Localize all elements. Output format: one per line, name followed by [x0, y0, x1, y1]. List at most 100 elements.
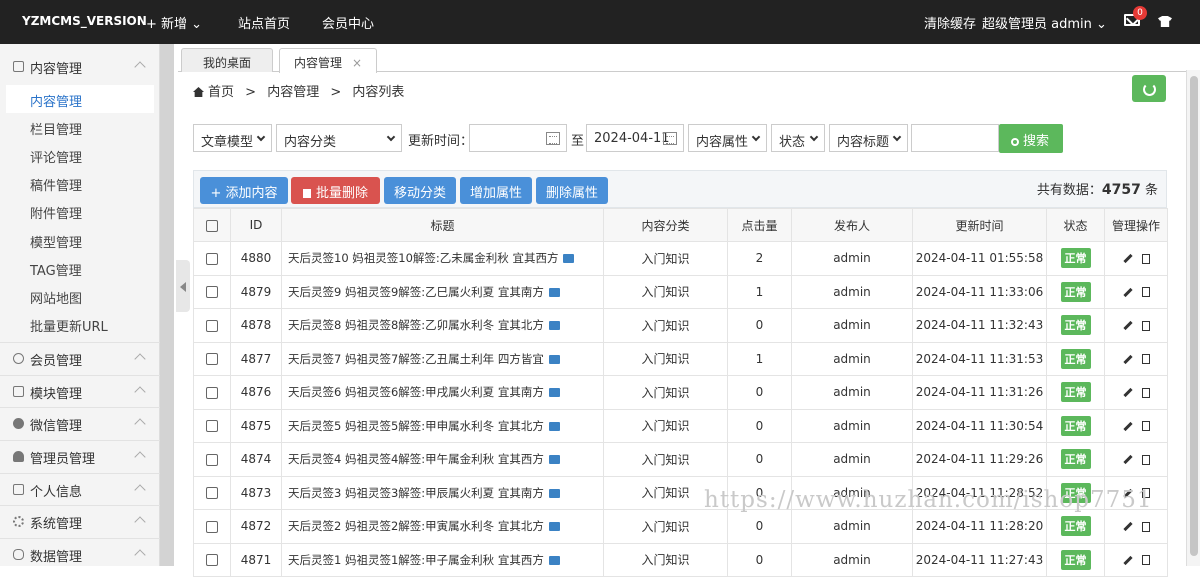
column-header[interactable]: 更新时间 — [912, 208, 1047, 242]
admin-menu[interactable]: 超级管理员 admin ⌄ — [982, 13, 1107, 32]
view-icon[interactable] — [1141, 521, 1150, 532]
sidebar-group-member[interactable]: 会员管理 — [0, 342, 160, 374]
status-badge[interactable]: 正常 — [1060, 248, 1091, 269]
close-icon[interactable]: × — [352, 56, 362, 70]
title-link[interactable]: 天后灵签10 妈祖灵签10解签:乙未属金利秋 宜其西方 — [288, 251, 558, 265]
attribute-select[interactable]: 内容属性 — [688, 124, 767, 152]
column-header[interactable]: 点击量 — [727, 208, 792, 242]
sidebar-item-model[interactable]: 模型管理 — [0, 226, 160, 254]
add-content-button[interactable]: + 添加内容 — [200, 177, 288, 204]
content-scrollbar[interactable] — [1186, 70, 1200, 566]
status-badge[interactable]: 正常 — [1060, 382, 1091, 403]
title-link[interactable]: 天后灵签8 妈祖灵签8解签:乙卯属水利冬 宜其北方 — [288, 318, 544, 332]
row-checkbox[interactable] — [206, 487, 218, 500]
move-category-button[interactable]: 移动分类 — [384, 177, 456, 204]
sidebar-item-sitemap[interactable]: 网站地图 — [0, 282, 160, 310]
status-badge[interactable]: 正常 — [1060, 348, 1091, 369]
select-all-checkbox[interactable] — [206, 219, 218, 232]
row-checkbox[interactable] — [206, 286, 218, 299]
row-checkbox[interactable] — [206, 319, 218, 332]
edit-icon[interactable] — [1122, 321, 1133, 331]
view-icon[interactable] — [1141, 320, 1150, 331]
row-checkbox[interactable] — [206, 252, 218, 265]
sidebar-collapse-handle[interactable] — [176, 260, 190, 312]
calendar-icon[interactable] — [663, 132, 677, 145]
new-dropdown[interactable]: + 新增 ⌄ — [146, 13, 202, 32]
tab-desktop[interactable]: 我的桌面 — [181, 48, 273, 72]
refresh-button[interactable] — [1132, 75, 1166, 102]
edit-icon[interactable] — [1122, 522, 1133, 532]
edit-icon[interactable] — [1122, 354, 1133, 364]
delete-attribute-button[interactable]: 删除属性 — [536, 177, 608, 204]
sidebar-group-admin[interactable]: 管理员管理 — [0, 440, 160, 472]
edit-icon[interactable] — [1122, 388, 1133, 398]
row-checkbox[interactable] — [206, 386, 218, 399]
title-link[interactable]: 天后灵签4 妈祖灵签4解签:甲午属金利秋 宜其西方 — [288, 452, 544, 466]
sidebar-item-comment[interactable]: 评论管理 — [0, 141, 160, 169]
title-link[interactable]: 天后灵签5 妈祖灵签5解签:甲申属水利冬 宜其北方 — [288, 419, 544, 433]
model-select[interactable]: 文章模型 — [193, 124, 272, 152]
view-icon[interactable] — [1141, 454, 1150, 465]
calendar-icon[interactable] — [546, 132, 560, 145]
search-button[interactable]: 搜索 — [999, 124, 1063, 153]
status-select[interactable]: 状态 — [771, 124, 825, 152]
view-icon[interactable] — [1141, 287, 1150, 298]
title-link[interactable]: 天后灵签7 妈祖灵签7解签:乙丑属土利年 四方皆宜 — [288, 352, 544, 366]
edit-icon[interactable] — [1122, 421, 1133, 431]
sidebar-item-column[interactable]: 栏目管理 — [0, 113, 160, 141]
view-icon[interactable] — [1141, 253, 1150, 264]
status-badge[interactable]: 正常 — [1060, 281, 1091, 302]
breadcrumb-home[interactable]: 首页 — [208, 85, 234, 100]
row-checkbox[interactable] — [206, 554, 218, 567]
scrollbar-thumb[interactable] — [1190, 76, 1198, 556]
title-link[interactable]: 天后灵签1 妈祖灵签1解签:甲子属金利秋 宜其西方 — [288, 553, 544, 567]
status-badge[interactable]: 正常 — [1060, 315, 1091, 336]
edit-icon[interactable] — [1122, 287, 1133, 297]
status-badge[interactable]: 正常 — [1060, 449, 1091, 470]
skin-icon[interactable] — [1158, 16, 1172, 27]
row-checkbox[interactable] — [206, 353, 218, 366]
sidebar-item-manuscript[interactable]: 稿件管理 — [0, 169, 160, 197]
sidebar-item-content[interactable]: 内容管理 — [6, 85, 154, 113]
sidebar-group-data[interactable]: 数据管理 — [0, 538, 160, 570]
view-icon[interactable] — [1141, 354, 1150, 365]
sidebar-item-tag[interactable]: TAG管理 — [0, 254, 160, 282]
view-icon[interactable] — [1141, 555, 1150, 566]
sidebar-group-system[interactable]: 系统管理 — [0, 505, 160, 537]
tab-content-management[interactable]: 内容管理 × — [279, 48, 377, 73]
clear-cache-link[interactable]: 清除缓存 — [924, 13, 976, 32]
sidebar-group-profile[interactable]: 个人信息 — [0, 473, 160, 505]
category-select[interactable]: 内容分类 — [276, 124, 402, 152]
end-date-input[interactable]: 2024-04-11 — [586, 124, 684, 152]
column-header[interactable]: ID — [230, 208, 282, 242]
title-link[interactable]: 天后灵签2 妈祖灵签2解签:甲寅属水利冬 宜其北方 — [288, 519, 544, 533]
view-icon[interactable] — [1141, 387, 1150, 398]
brand-logo[interactable]: YZMCMS_VERSION — [22, 14, 147, 28]
title-link[interactable]: 天后灵签9 妈祖灵签9解签:乙巳属火利夏 宜其南方 — [288, 285, 544, 299]
sidebar-group-content[interactable]: 内容管理 — [0, 50, 160, 82]
status-badge[interactable]: 正常 — [1060, 549, 1091, 570]
batch-delete-button[interactable]: 批量删除 — [291, 177, 380, 204]
title-link[interactable]: 天后灵签3 妈祖灵签3解签:甲辰属火利夏 宜其南方 — [288, 486, 544, 500]
row-checkbox[interactable] — [206, 420, 218, 433]
title-link[interactable]: 天后灵签6 妈祖灵签6解签:甲戌属火利夏 宜其南方 — [288, 385, 544, 399]
add-attribute-button[interactable]: 增加属性 — [460, 177, 532, 204]
sidebar-group-wechat[interactable]: 微信管理 — [0, 407, 160, 439]
start-date-input[interactable] — [469, 124, 567, 152]
breadcrumb-section[interactable]: 内容管理 — [267, 85, 319, 100]
edit-icon[interactable] — [1122, 455, 1133, 465]
view-icon[interactable] — [1141, 421, 1150, 432]
edit-icon[interactable] — [1122, 254, 1133, 264]
sidebar-scrollbar[interactable] — [160, 44, 174, 566]
sidebar-item-batch-url[interactable]: 批量更新URL — [0, 310, 160, 338]
sidebar-item-attachment[interactable]: 附件管理 — [0, 197, 160, 225]
search-field-select[interactable]: 内容标题 — [829, 124, 908, 152]
row-checkbox[interactable] — [206, 453, 218, 466]
status-badge[interactable]: 正常 — [1060, 516, 1091, 537]
row-checkbox[interactable] — [206, 520, 218, 533]
status-badge[interactable]: 正常 — [1060, 415, 1091, 436]
keyword-input[interactable] — [911, 124, 999, 152]
sidebar-group-module[interactable]: 模块管理 — [0, 375, 160, 407]
edit-icon[interactable] — [1122, 555, 1133, 565]
site-home-link[interactable]: 站点首页 — [238, 13, 290, 32]
